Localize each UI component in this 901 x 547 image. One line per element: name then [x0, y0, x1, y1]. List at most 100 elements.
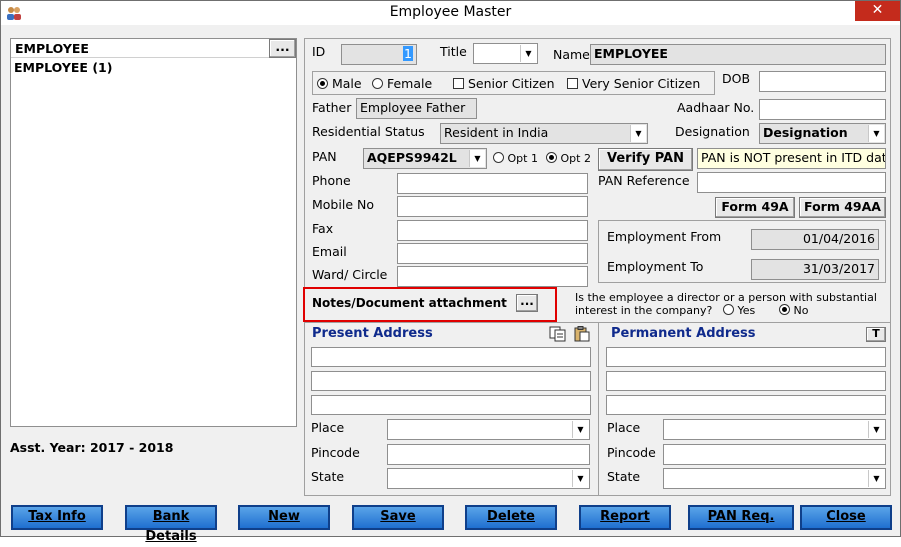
phone-label: Phone: [312, 173, 351, 188]
permanent-address-line1[interactable]: [606, 347, 886, 367]
title-bar: Employee Master ✕: [1, 1, 900, 25]
notes-attachment-button[interactable]: ...: [516, 294, 538, 312]
male-radio[interactable]: Male: [317, 76, 362, 91]
ward-field[interactable]: [397, 266, 588, 287]
father-field[interactable]: Employee Father: [356, 98, 477, 119]
employment-from-field[interactable]: 01/04/2016: [751, 229, 879, 250]
permanent-place-label: Place: [607, 420, 641, 435]
pan-reference-field[interactable]: [697, 172, 886, 193]
address-divider-middle: [598, 322, 599, 495]
checkbox-icon: [567, 78, 578, 89]
present-pincode-label: Pincode: [311, 445, 360, 460]
residential-status-value: Resident in India: [444, 125, 549, 140]
present-address-line2[interactable]: [311, 371, 591, 391]
radio-icon: [372, 78, 383, 89]
name-label: Name: [553, 47, 590, 62]
pan-status-field: PAN is NOT present in ITD dat: [697, 148, 886, 169]
pan-select[interactable]: AQEPS9942L ▼: [363, 148, 487, 169]
list-browse-button[interactable]: ...: [269, 39, 296, 58]
director-yes-radio[interactable]: Yes: [723, 304, 755, 317]
chevron-down-icon: ▼: [868, 125, 884, 142]
permanent-pincode-label: Pincode: [607, 445, 656, 460]
delete-button[interactable]: Delete: [465, 505, 557, 530]
dob-field[interactable]: [759, 71, 886, 92]
close-button[interactable]: Close: [800, 505, 892, 530]
notes-label: Notes/Document attachment: [312, 296, 507, 310]
radio-icon: [723, 304, 734, 315]
residential-status-select[interactable]: Resident in India ▼: [440, 123, 648, 144]
list-header-line: [11, 57, 269, 58]
radio-selected-icon: [317, 78, 328, 89]
permanent-state-select[interactable]: ▼: [663, 468, 886, 489]
pan-request-button[interactable]: PAN Req.: [688, 505, 794, 530]
dob-label: DOB: [722, 71, 751, 86]
report-button[interactable]: Report: [579, 505, 671, 530]
employment-to-label: Employment To: [607, 259, 704, 274]
new-button[interactable]: New: [238, 505, 330, 530]
permanent-pincode-field[interactable]: [663, 444, 886, 465]
chevron-down-icon: ▼: [520, 45, 536, 62]
radio-selected-icon: [546, 152, 557, 163]
employment-to-field[interactable]: 31/03/2017: [751, 259, 879, 280]
save-button[interactable]: Save: [352, 505, 444, 530]
employment-from-label: Employment From: [607, 229, 722, 244]
checkbox-icon: [453, 78, 464, 89]
email-label: Email: [312, 244, 347, 259]
opt1-radio[interactable]: Opt 1: [493, 152, 538, 165]
present-pincode-field[interactable]: [387, 444, 590, 465]
very-senior-checkbox[interactable]: Very Senior Citizen: [567, 76, 700, 91]
chevron-down-icon: ▼: [469, 150, 485, 167]
senior-citizen-checkbox[interactable]: Senior Citizen: [453, 76, 555, 91]
present-state-select[interactable]: ▼: [387, 468, 590, 489]
mobile-label: Mobile No: [312, 197, 374, 212]
no-label: No: [793, 304, 809, 317]
phone-field[interactable]: [397, 173, 588, 194]
verify-pan-button[interactable]: Verify PAN: [598, 148, 693, 171]
female-radio[interactable]: Female: [372, 76, 432, 91]
employee-list[interactable]: [10, 38, 297, 427]
yes-label: Yes: [737, 304, 756, 317]
female-label: Female: [386, 76, 433, 91]
present-place-select[interactable]: ▼: [387, 419, 590, 440]
permanent-address-line3[interactable]: [606, 395, 886, 415]
copy-icon[interactable]: [549, 326, 567, 342]
present-address-line3[interactable]: [311, 395, 591, 415]
tax-info-button[interactable]: Tax Info: [11, 505, 103, 530]
id-field: 1: [341, 44, 417, 65]
opt2-radio[interactable]: Opt 2: [546, 152, 591, 165]
title-select[interactable]: ▼: [473, 43, 538, 64]
t-button[interactable]: T: [866, 327, 886, 342]
male-label: Male: [331, 76, 362, 91]
name-field[interactable]: EMPLOYEE: [590, 44, 886, 65]
present-address-line1[interactable]: [311, 347, 591, 367]
chevron-down-icon: ▼: [572, 470, 588, 487]
father-label: Father: [312, 100, 352, 115]
very-senior-label: Very Senior Citizen: [581, 76, 701, 91]
radio-selected-icon: [779, 304, 790, 315]
director-question-line1: Is the employee a director or a person w…: [575, 291, 877, 304]
director-no-radio[interactable]: No: [779, 304, 808, 317]
fax-field[interactable]: [397, 220, 588, 241]
director-question-line2: interest in the company?: [575, 304, 713, 317]
paste-icon[interactable]: [573, 326, 591, 342]
opt1-label: Opt 1: [507, 152, 538, 165]
aadhaar-field[interactable]: [759, 99, 886, 120]
radio-icon: [493, 152, 504, 163]
permanent-address-line2[interactable]: [606, 371, 886, 391]
list-item[interactable]: EMPLOYEE (1): [14, 60, 112, 75]
permanent-place-select[interactable]: ▼: [663, 419, 886, 440]
chevron-down-icon: ▼: [572, 421, 588, 438]
email-field[interactable]: [397, 243, 588, 264]
id-label: ID: [312, 44, 326, 59]
mobile-field[interactable]: [397, 196, 588, 217]
designation-select[interactable]: Designation ▼: [759, 123, 886, 144]
list-header: EMPLOYEE: [15, 41, 89, 56]
bank-details-button[interactable]: Bank Details: [125, 505, 217, 544]
form-49a-button[interactable]: Form 49A: [715, 197, 795, 218]
present-place-label: Place: [311, 420, 345, 435]
assessment-year: Asst. Year: 2017 - 2018: [10, 440, 174, 455]
window-title: Employee Master: [389, 4, 512, 20]
close-window-button[interactable]: ✕: [855, 1, 900, 21]
form-49aa-button[interactable]: Form 49AA: [799, 197, 886, 218]
designation-value: Designation: [763, 125, 848, 140]
